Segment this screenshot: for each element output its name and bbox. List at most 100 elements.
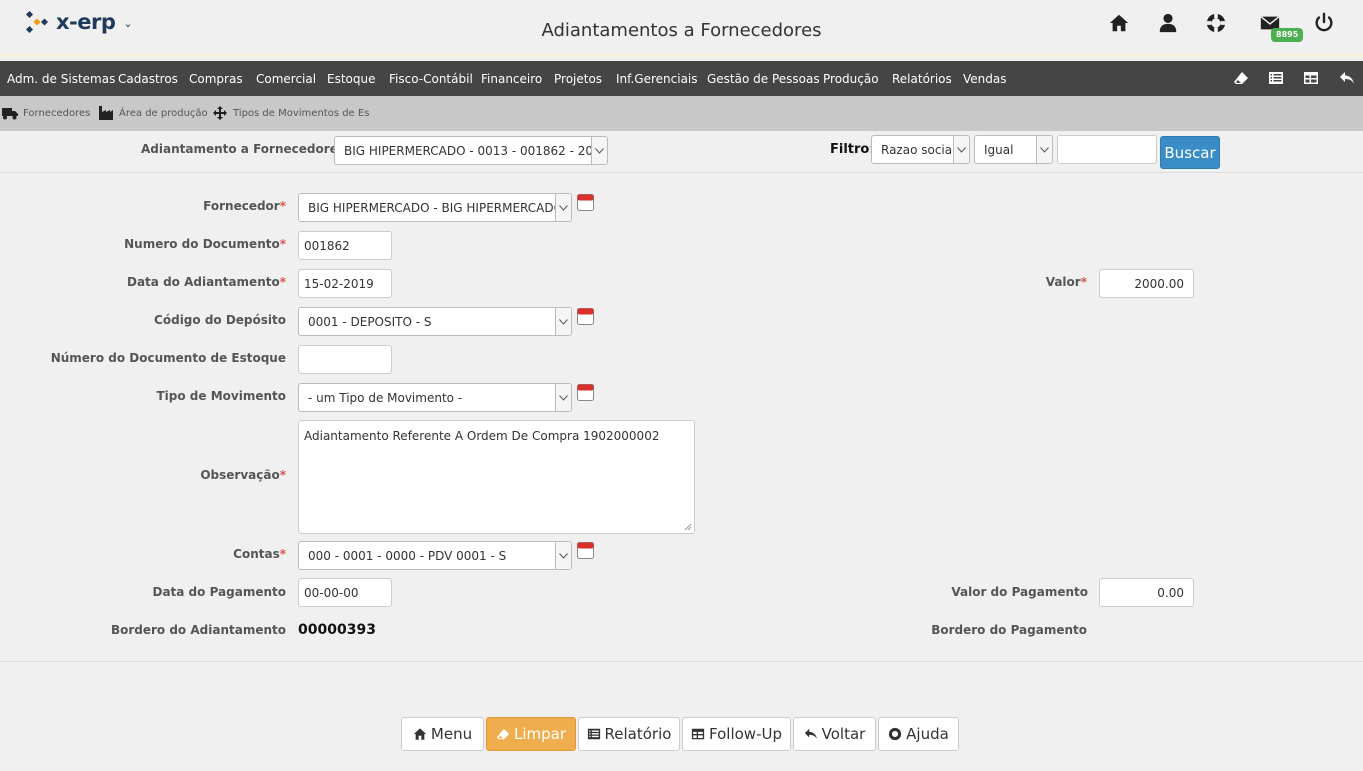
menu-relatorios[interactable]: Relatórios	[892, 72, 952, 86]
followup-button[interactable]: Follow-Up	[682, 717, 791, 751]
menu-producao[interactable]: Produção	[823, 72, 879, 86]
codigo-deposito-select[interactable]: 0001 - DEPOSITO - S	[298, 307, 572, 336]
valor-pagamento-input[interactable]: 0.00	[1099, 578, 1194, 607]
factory-icon	[99, 106, 113, 120]
lifebuoy-icon[interactable]	[1205, 12, 1229, 36]
numero-documento-label: Numero do Documento*	[124, 237, 286, 251]
required-mark: *	[279, 275, 286, 289]
calendar-icon[interactable]	[577, 194, 594, 211]
filter-label: Filtro:	[830, 142, 875, 157]
chevron-down-icon	[1036, 136, 1052, 163]
limpar-button-label: Limpar	[513, 725, 567, 743]
followup-button-label: Follow-Up	[709, 725, 782, 743]
filter-field-select[interactable]: Razao social	[871, 135, 970, 164]
tipo-movimento-select[interactable]: - um Tipo de Movimento -	[298, 383, 572, 412]
power-icon[interactable]	[1313, 12, 1337, 36]
table-icon[interactable]	[1303, 70, 1321, 88]
list-icon[interactable]	[1268, 70, 1286, 88]
record-select[interactable]: BIG HIPERMERCADO - 0013 - 001862 - 2019	[334, 136, 608, 165]
ajuda-button[interactable]: Ajuda	[878, 717, 959, 751]
eraser-icon	[496, 728, 510, 740]
data-pagamento-input[interactable]: 00-00-00	[298, 578, 392, 607]
data-adiantamento-input[interactable]: 15-02-2019	[298, 269, 392, 298]
observacao-label: Observação*	[200, 468, 286, 482]
valor-label: Valor*	[1046, 275, 1087, 289]
shortcut-bar: Fornecedores Área de produção Tipos de M…	[0, 96, 1363, 131]
calendar-icon[interactable]	[577, 384, 594, 401]
contas-value: 000 - 0001 - 0000 - PDV 0001 - S	[308, 549, 507, 563]
contas-label-text: Contas	[233, 547, 280, 561]
data-pagamento-label: Data do Pagamento	[152, 585, 286, 599]
resize-grip-icon[interactable]	[684, 523, 692, 531]
numero-documento-label-text: Numero do Documento	[124, 237, 280, 251]
numero-documento-input[interactable]: 001862	[298, 231, 392, 260]
shortcut-label: Fornecedores	[23, 107, 91, 119]
shortcut-area-producao[interactable]: Área de produção	[98, 106, 208, 120]
menu-cadastros[interactable]: Cadastros	[118, 72, 178, 86]
required-mark: *	[279, 237, 286, 251]
filter-search-input[interactable]	[1057, 135, 1157, 164]
bordero-adiantamento-label: Bordero do Adiantamento	[110, 623, 286, 637]
menu-vendas[interactable]: Vendas	[963, 72, 1007, 86]
arrows-icon	[213, 106, 227, 120]
shortcut-fornecedores[interactable]: Fornecedores	[2, 106, 90, 120]
chevron-down-icon	[555, 542, 571, 569]
required-mark: *	[279, 547, 286, 561]
fornecedor-label-text: Fornecedor	[203, 199, 280, 213]
observacao-label-text: Observação	[200, 468, 280, 482]
list-icon	[587, 728, 600, 740]
home-icon[interactable]	[1108, 12, 1132, 36]
filter-operator-select[interactable]: Igual	[974, 135, 1053, 164]
observacao-textarea[interactable]: Adiantamento Referente A Ordem De Compra…	[298, 420, 695, 534]
user-icon[interactable]	[1157, 12, 1181, 36]
required-mark: *	[279, 199, 286, 213]
valor-input[interactable]: 2000.00	[1099, 269, 1194, 298]
menu-gestao-pessoas[interactable]: Gestão de Pessoas	[707, 72, 820, 86]
tipo-movimento-label: Tipo de Movimento	[156, 389, 286, 403]
required-mark: *	[279, 468, 286, 482]
menu-projetos[interactable]: Projetos	[554, 72, 602, 86]
shortcut-label: Área de produção	[119, 107, 208, 119]
codigo-deposito-value: 0001 - DEPOSITO - S	[308, 315, 432, 329]
relatorio-button[interactable]: Relatório	[578, 717, 680, 751]
num-doc-estoque-input[interactable]	[298, 345, 392, 374]
menu-compras[interactable]: Compras	[189, 72, 243, 86]
table-icon	[691, 728, 705, 740]
back-arrow-icon[interactable]	[1339, 70, 1357, 88]
tipo-movimento-value: - um Tipo de Movimento -	[308, 391, 463, 405]
menu-button[interactable]: Menu	[401, 717, 484, 751]
valor-pagamento-label: Valor do Pagamento	[951, 585, 1088, 599]
menu-adm-sistemas[interactable]: Adm. de Sistemas	[7, 72, 115, 86]
contas-select[interactable]: 000 - 0001 - 0000 - PDV 0001 - S	[298, 541, 572, 570]
menu-fisco-contabil[interactable]: Fisco-Contábil	[389, 72, 473, 86]
voltar-button[interactable]: Voltar	[793, 717, 876, 751]
top-header: x-erp ⌄ Adiantamentos a Fornecedores 889…	[0, 0, 1363, 57]
shortcut-tipos-movimentos[interactable]: Tipos de Movimentos de Es	[212, 106, 369, 120]
menu-estoque[interactable]: Estoque	[327, 72, 376, 86]
mail-count-badge: 8895	[1271, 28, 1304, 42]
record-select-label: Adiantamento a Fornecedores	[141, 142, 345, 156]
calendar-icon[interactable]	[577, 542, 594, 559]
main-menu-bar: Adm. de Sistemas Cadastros Compras Comer…	[0, 61, 1363, 96]
relatorio-button-label: Relatório	[604, 725, 672, 743]
divider	[0, 661, 1363, 662]
menu-inf-gerenciais[interactable]: Inf.Gerenciais	[616, 72, 698, 86]
eraser-icon[interactable]	[1233, 70, 1251, 88]
calendar-icon[interactable]	[577, 308, 594, 325]
truck-icon	[2, 108, 18, 120]
menu-comercial[interactable]: Comercial	[256, 72, 316, 86]
codigo-deposito-label: Código do Depósito	[154, 313, 286, 327]
search-button[interactable]: Buscar	[1160, 136, 1220, 169]
home-icon	[413, 728, 427, 740]
valor-label-text: Valor	[1045, 275, 1081, 289]
shortcut-label: Tipos de Movimentos de Es	[233, 107, 370, 119]
required-mark: *	[1080, 275, 1087, 289]
chevron-down-icon	[555, 194, 571, 221]
lifebuoy-icon	[889, 727, 902, 741]
menu-financeiro[interactable]: Financeiro	[481, 72, 542, 86]
chevron-down-icon	[555, 308, 571, 335]
fornecedor-label: Fornecedor*	[203, 199, 286, 213]
bordero-pagamento-label: Bordero do Pagamento	[931, 623, 1087, 637]
limpar-button[interactable]: Limpar	[486, 717, 576, 751]
fornecedor-select[interactable]: BIG HIPERMERCADO - BIG HIPERMERCADO	[298, 193, 572, 222]
